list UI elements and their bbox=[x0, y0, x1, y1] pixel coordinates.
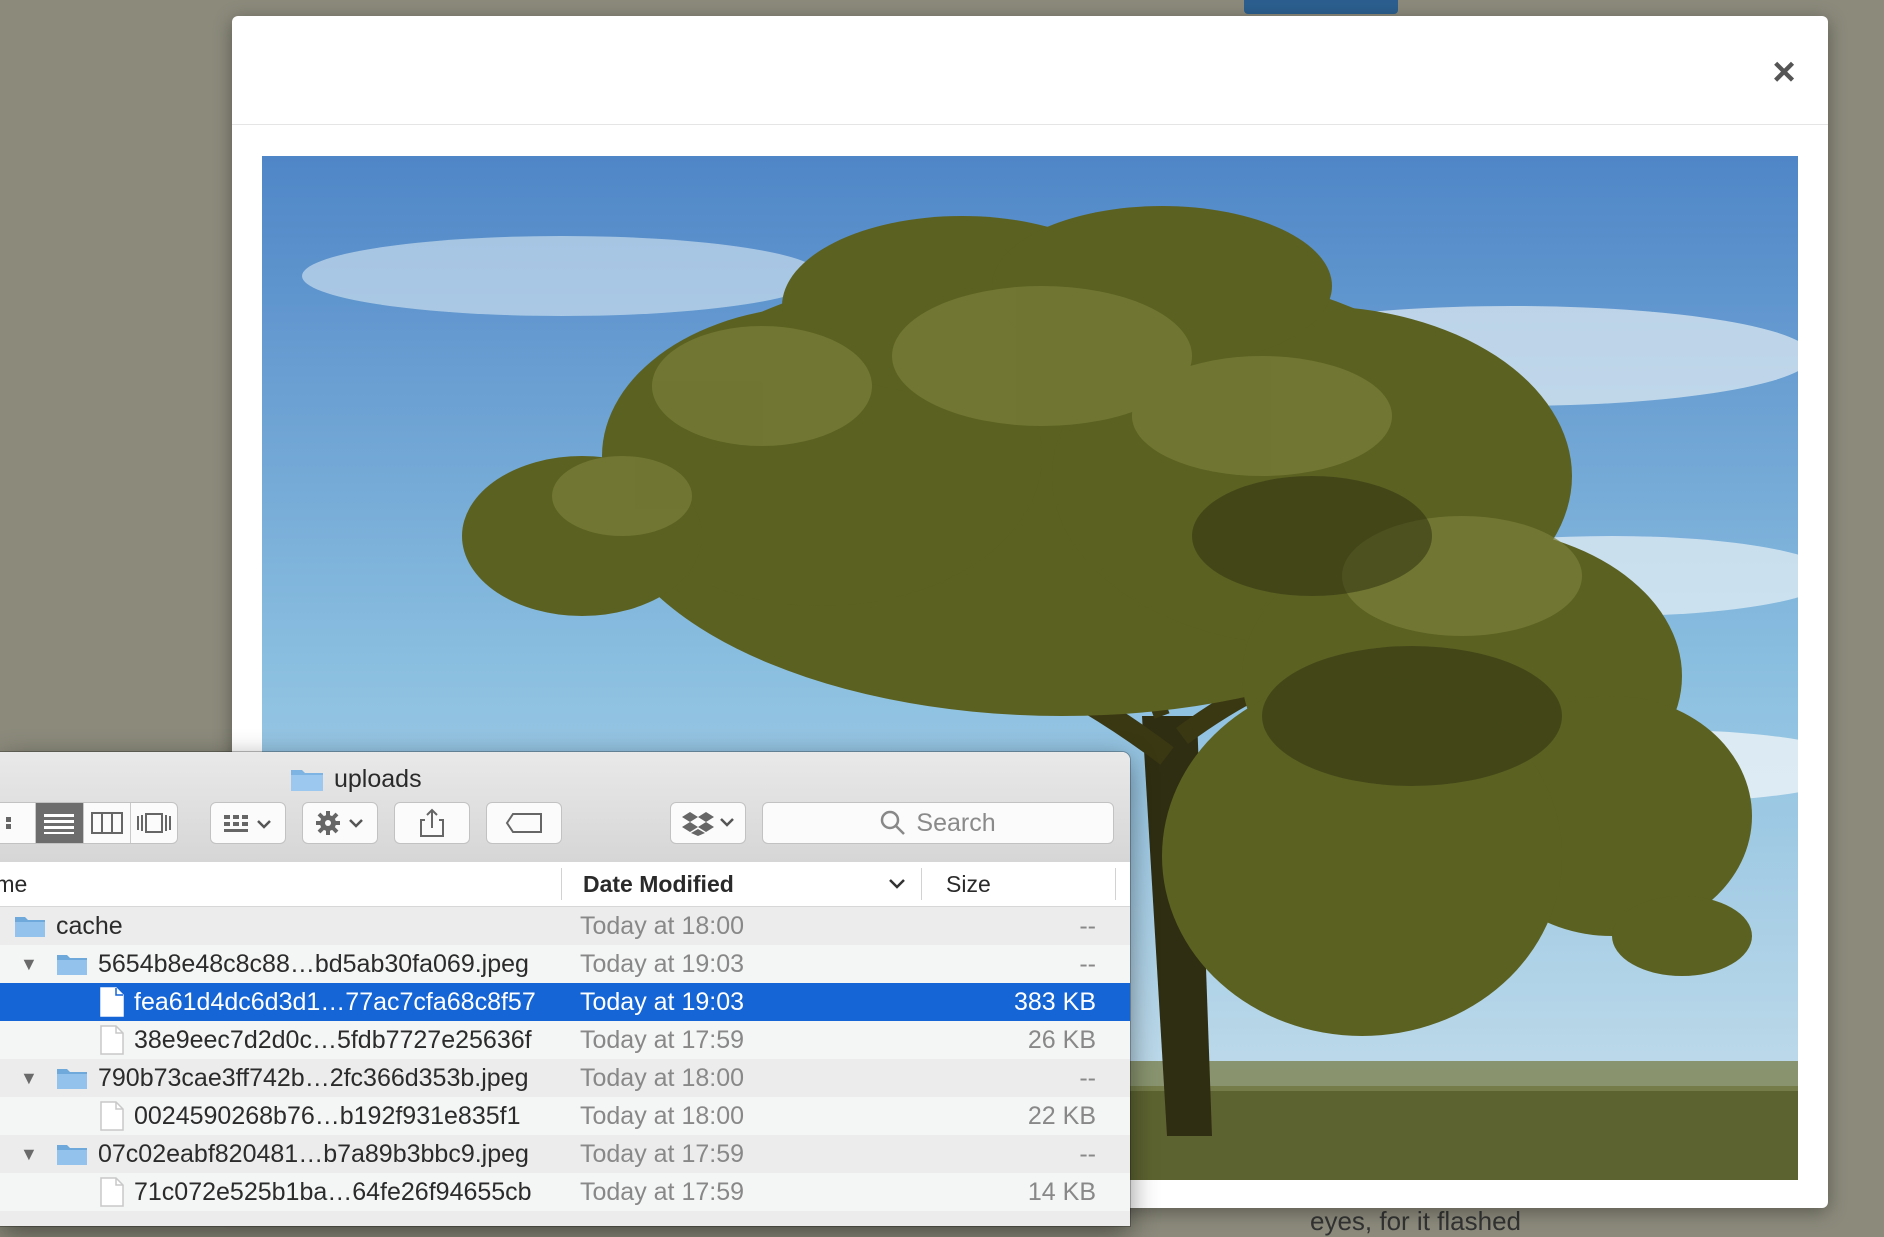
folder-row[interactable]: ▼ 5654b8e48c8c88…bd5ab30fa069.jpeg Today a… bbox=[0, 945, 1130, 983]
folder-icon bbox=[15, 917, 45, 937]
row-size: -- bbox=[1079, 912, 1096, 940]
group-icon[interactable] bbox=[210, 802, 286, 844]
row-name: 38e9eec7d2d0c…5fdb7727e25636f bbox=[100, 1021, 532, 1059]
folder-icon bbox=[57, 1069, 87, 1089]
row-name-label: fea61d4dc6d3d1…77ac7cfa68c8f57 bbox=[134, 988, 536, 1016]
file-row[interactable]: 38e9eec7d2d0c…5fdb7727e25636f Today at 17… bbox=[0, 1021, 1130, 1059]
background-tab bbox=[1244, 0, 1398, 14]
row-name: 0024590268b76…b192f931e835f1 bbox=[100, 1097, 521, 1135]
file-row[interactable]: 71c072e525b1ba…64fe26f94655cb Today at 17… bbox=[0, 1173, 1130, 1211]
gear-icon[interactable] bbox=[302, 802, 378, 844]
column-separator[interactable] bbox=[561, 868, 562, 900]
row-name: cache bbox=[14, 907, 123, 945]
window-title-label: uploads bbox=[334, 764, 422, 793]
row-size: 14 KB bbox=[1027, 1178, 1096, 1206]
row-name: 5654b8e48c8c88…bd5ab30fa069.jpeg bbox=[56, 945, 529, 983]
background-text: eyes, for it flashed bbox=[1310, 1206, 1521, 1236]
file-icon bbox=[100, 1025, 124, 1055]
sort-chevron-down-icon[interactable] bbox=[888, 862, 906, 906]
row-size: -- bbox=[1079, 1140, 1096, 1168]
row-size: 383 KB bbox=[1013, 988, 1096, 1016]
folder-icon bbox=[290, 766, 324, 792]
search-icon bbox=[881, 810, 906, 835]
dropbox-icon[interactable] bbox=[670, 802, 746, 844]
name-column-header[interactable]: Name bbox=[0, 862, 27, 906]
folder-row[interactable]: cache Today at 18:00 -- bbox=[0, 907, 1130, 945]
search-placeholder: Search bbox=[916, 808, 996, 837]
row-date: Today at 17:59 bbox=[580, 1026, 745, 1054]
folder-icon bbox=[57, 1145, 87, 1165]
row-date: Today at 18:00 bbox=[580, 1102, 745, 1130]
column-view-icon[interactable] bbox=[84, 803, 131, 843]
date-column-header[interactable]: Date Modified bbox=[583, 862, 734, 906]
row-size: -- bbox=[1079, 1064, 1096, 1092]
column-separator[interactable] bbox=[1115, 868, 1116, 900]
file-icon bbox=[100, 1101, 124, 1131]
row-name-label: 5654b8e48c8c88…bd5ab30fa069.jpeg bbox=[98, 950, 529, 978]
row-name: 07c02eabf820481…b7a89b3bbc9.jpeg bbox=[56, 1135, 529, 1173]
row-size: -- bbox=[1079, 950, 1096, 978]
size-column-header[interactable]: Size bbox=[946, 862, 991, 906]
finder-window: uploads Search me Date Modified Size cac… bbox=[0, 752, 1130, 1226]
row-date: Today at 17:59 bbox=[580, 1140, 745, 1168]
row-name-label: cache bbox=[56, 912, 123, 940]
row-name-label: 0024590268b76…b192f931e835f1 bbox=[134, 1102, 521, 1130]
view-mode-control[interactable] bbox=[0, 802, 178, 844]
file-icon bbox=[100, 987, 124, 1017]
row-name-label: 07c02eabf820481…b7a89b3bbc9.jpeg bbox=[98, 1140, 529, 1168]
finder-toolbar: uploads Search bbox=[0, 752, 1130, 863]
share-icon[interactable] bbox=[394, 802, 470, 844]
row-name: 790b73cae3ff742b…2fc366d353b.jpeg bbox=[56, 1059, 528, 1097]
list-view-icon[interactable] bbox=[36, 803, 84, 843]
row-date: Today at 18:00 bbox=[580, 912, 745, 940]
row-name: 71c072e525b1ba…64fe26f94655cb bbox=[100, 1173, 532, 1211]
window-title: uploads bbox=[290, 760, 422, 798]
row-date: Today at 19:03 bbox=[580, 988, 745, 1016]
modal-header: × bbox=[232, 16, 1828, 125]
tag-icon[interactable] bbox=[486, 802, 562, 844]
disclosure-triangle-icon[interactable]: ▼ bbox=[20, 1059, 38, 1097]
row-size: 26 KB bbox=[1027, 1026, 1096, 1054]
column-separator[interactable] bbox=[921, 868, 922, 900]
disclosure-triangle-icon[interactable]: ▼ bbox=[20, 1135, 38, 1173]
row-name-label: 71c072e525b1ba…64fe26f94655cb bbox=[134, 1178, 532, 1206]
coverflow-view-icon[interactable] bbox=[131, 803, 177, 843]
folder-row[interactable]: ▼ 790b73cae3ff742b…2fc366d353b.jpeg Today … bbox=[0, 1059, 1130, 1097]
folder-icon bbox=[57, 955, 87, 975]
file-row[interactable]: fea61d4dc6d3d1…77ac7cfa68c8f57 Today at 1… bbox=[0, 983, 1130, 1021]
row-date: Today at 17:59 bbox=[580, 1178, 745, 1206]
column-header-row: Name Date Modified Size bbox=[0, 862, 1130, 907]
row-size: 22 KB bbox=[1027, 1102, 1096, 1130]
file-row[interactable]: 0024590268b76…b192f931e835f1 Today at 18:… bbox=[0, 1097, 1130, 1135]
row-date: Today at 18:00 bbox=[580, 1064, 745, 1092]
disclosure-triangle-icon[interactable]: ▼ bbox=[20, 945, 38, 983]
folder-row[interactable]: ▼ 07c02eabf820481…b7a89b3bbc9.jpeg Today a… bbox=[0, 1135, 1130, 1173]
file-icon bbox=[100, 1177, 124, 1207]
close-icon[interactable]: × bbox=[1762, 50, 1806, 94]
row-name-label: 38e9eec7d2d0c…5fdb7727e25636f bbox=[134, 1026, 532, 1054]
icon-view-button[interactable] bbox=[0, 803, 37, 843]
row-name-label: 790b73cae3ff742b…2fc366d353b.jpeg bbox=[98, 1064, 529, 1092]
row-date: Today at 19:03 bbox=[580, 950, 745, 978]
row-name: fea61d4dc6d3d1…77ac7cfa68c8f57 bbox=[100, 983, 536, 1021]
search-input[interactable]: Search bbox=[762, 802, 1114, 844]
